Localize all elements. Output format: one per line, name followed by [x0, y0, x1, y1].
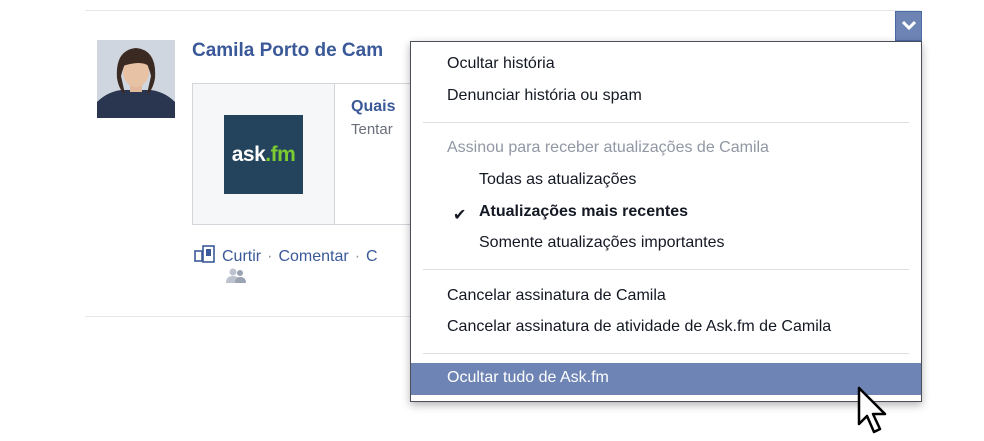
menu-subscription-header: Assinou para receber atualizações de Cam…	[447, 139, 769, 156]
more-link[interactable]: C	[366, 248, 378, 265]
menu-item-report-story[interactable]: Denunciar história ou spam	[447, 87, 642, 105]
menu-item-hide-story[interactable]: Ocultar história	[447, 55, 555, 73]
menu-item-hide-all-label: Ocultar tudo de Ask.fm	[447, 369, 609, 386]
chevron-down-icon	[901, 17, 916, 35]
post-author-name[interactable]: Camila Porto de Cam	[192, 40, 383, 62]
menu-divider	[423, 122, 909, 123]
menu-item-unsubscribe[interactable]: Cancelar assinatura de Camila	[447, 287, 666, 305]
menu-item-all-updates[interactable]: Todas as atualizações	[479, 171, 636, 189]
askfm-logo: ask .fm	[224, 115, 303, 194]
card-thumbnail[interactable]: ask .fm	[193, 84, 335, 224]
menu-item-hide-all[interactable]: Ocultar tudo de Ask.fm	[411, 363, 921, 395]
menu-item-most-recent-updates[interactable]: Atualizações mais recentes	[479, 203, 688, 221]
askfm-logo-suffix: .fm	[265, 142, 296, 166]
menu-item-important-updates[interactable]: Somente atualizações importantes	[479, 234, 724, 252]
like-link[interactable]: Curtir	[222, 248, 261, 265]
action-separator: ·	[354, 248, 361, 265]
card-subtitle: Tentar	[351, 121, 393, 138]
friends-icon[interactable]	[226, 268, 246, 289]
link-preview-card[interactable]: ask .fm Quais Tentar	[192, 83, 434, 225]
check-icon: ✔	[453, 207, 467, 224]
story-options-button[interactable]	[895, 11, 922, 41]
author-avatar[interactable]	[97, 40, 175, 118]
menu-divider	[423, 353, 909, 354]
mouse-pointer-icon	[857, 386, 889, 441]
menu-divider	[423, 269, 909, 270]
top-divider	[85, 10, 920, 11]
action-separator: ·	[267, 248, 273, 265]
card-title[interactable]: Quais	[351, 98, 395, 116]
like-icon[interactable]	[194, 244, 216, 269]
story-options-menu: Ocultar história Denunciar história ou s…	[410, 41, 922, 402]
post-actions-bar: Curtir · Comentar · C	[194, 244, 378, 269]
comment-link[interactable]: Comentar	[278, 248, 348, 265]
menu-item-unsubscribe-activity[interactable]: Cancelar assinatura de atividade de Ask.…	[447, 318, 831, 336]
askfm-logo-text: ask	[231, 142, 266, 166]
